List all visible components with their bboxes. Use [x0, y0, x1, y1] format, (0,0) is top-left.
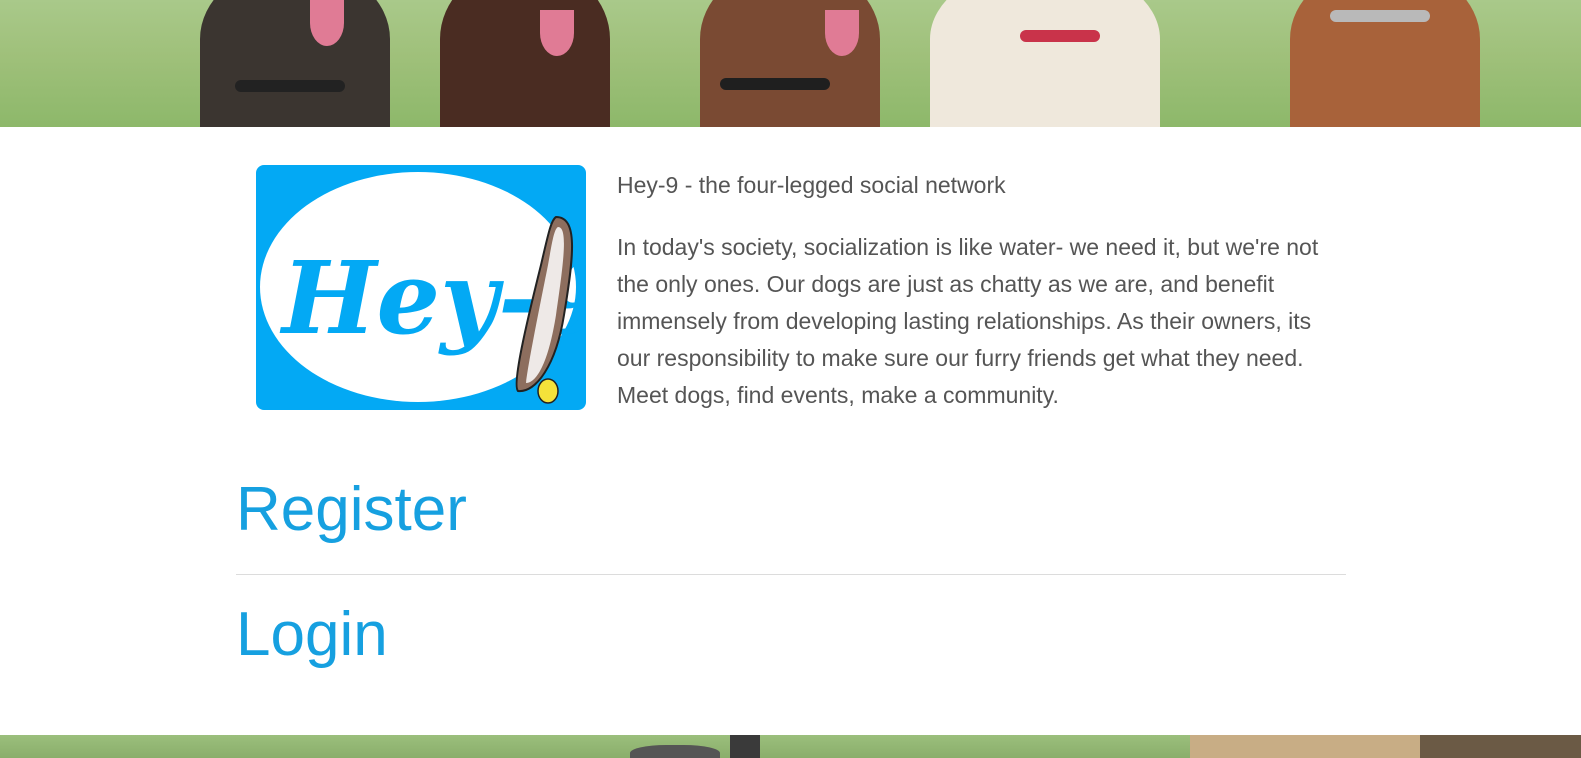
dog-image [200, 0, 390, 127]
divider [236, 574, 1346, 575]
dog-tongue [540, 10, 574, 56]
hey9-logo: Hey-9 [256, 165, 586, 410]
intro-paragraph: In today's society, socialization is lik… [617, 234, 1319, 408]
dog-tongue [310, 0, 344, 46]
hero-banner-bottom [0, 735, 1581, 758]
dog-image [930, 0, 1160, 127]
fence-image [1190, 735, 1450, 758]
register-link[interactable]: Register [236, 475, 467, 545]
hero-banner-top [0, 0, 1581, 127]
dog-image [630, 745, 720, 758]
dog-image [730, 735, 760, 758]
dog-collar [1330, 10, 1430, 22]
dog-collar [1020, 30, 1100, 42]
dog-image [440, 0, 610, 127]
fence-image [1420, 735, 1581, 758]
dog-collar [235, 80, 345, 92]
login-link[interactable]: Login [236, 600, 388, 670]
dog-tongue [825, 10, 859, 56]
logo-graphic: Hey-9 [260, 172, 586, 404]
dog-collar [720, 78, 830, 90]
tagline: Hey-9 - the four-legged social network [617, 172, 1006, 198]
main-content: Hey-9 Hey-9 - the four-legged social net… [236, 127, 1346, 735]
